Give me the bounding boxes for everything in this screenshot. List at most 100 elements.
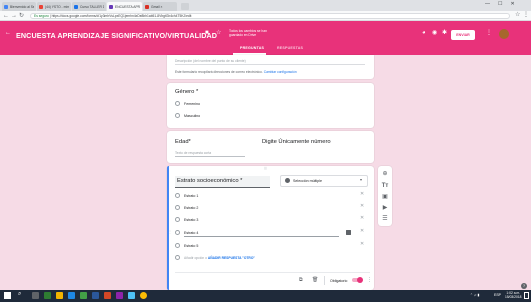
short-answer-field[interactable]: Texto de respuesta corta bbox=[175, 151, 211, 155]
form-description-field[interactable]: Descripción (del nombre del punto de su … bbox=[175, 59, 246, 63]
settings-gear-icon[interactable]: ✱ bbox=[442, 29, 447, 37]
tab-favicon-icon bbox=[4, 4, 8, 9]
question-title: Edad* bbox=[175, 139, 191, 145]
remove-option-icon[interactable]: ✕ bbox=[360, 228, 364, 234]
question-type-label: Selección múltiple bbox=[293, 178, 322, 183]
back-icon[interactable]: ← bbox=[3, 12, 9, 20]
radio-button[interactable] bbox=[175, 230, 180, 235]
more-options-icon[interactable]: ⋮ bbox=[367, 277, 372, 283]
clock-date: 15/03/2018 bbox=[505, 295, 522, 299]
chrome-icon[interactable] bbox=[140, 292, 147, 299]
section-icon[interactable]: ☰ bbox=[378, 212, 392, 226]
tab-respuestas[interactable]: RESPUESTAS bbox=[277, 46, 303, 50]
option-label[interactable]: Estrato 2 bbox=[184, 206, 198, 210]
star-icon[interactable]: ☆ bbox=[515, 11, 520, 19]
option-underline bbox=[184, 236, 339, 237]
change-settings-link[interactable]: Cambiar configuración bbox=[264, 70, 297, 74]
option-label[interactable]: Estrato 1 bbox=[184, 194, 198, 198]
add-option-row: Añadir opción o AÑADIR RESPUESTA "OTRO" bbox=[184, 256, 255, 260]
avatar[interactable] bbox=[499, 29, 509, 39]
send-button[interactable]: ENVIAR bbox=[451, 30, 475, 40]
question-hint: Digite Únicamente número bbox=[262, 139, 331, 145]
tab-title: Gmail × bbox=[151, 4, 163, 9]
email-collection-note: Este formulario recopilará direcciones d… bbox=[175, 70, 297, 74]
windows-start-icon[interactable] bbox=[4, 292, 11, 299]
window-controls[interactable]: —☐✕ bbox=[485, 1, 523, 7]
menu-icon[interactable]: ⋮ bbox=[523, 11, 529, 19]
browser-tab[interactable]: Curso TALLER DE TÍTULO × bbox=[72, 2, 106, 11]
form-title[interactable]: ENCUESTA APRENDIZAJE SIGNIFICATIVO/VIRTU… bbox=[16, 31, 217, 40]
language-indicator[interactable]: ESP bbox=[494, 293, 501, 297]
new-tab-button[interactable] bbox=[181, 3, 189, 10]
browser-tab[interactable]: Bienvenido al Seminario × bbox=[2, 2, 36, 11]
notifications-icon[interactable] bbox=[524, 292, 529, 299]
drag-handle[interactable]: ⠿ bbox=[264, 166, 267, 171]
remove-option-icon[interactable]: ✕ bbox=[360, 215, 364, 221]
tab-favicon-icon bbox=[39, 4, 43, 9]
more-options-icon[interactable]: ⋮ bbox=[486, 29, 492, 37]
radio-button[interactable] bbox=[175, 193, 180, 198]
system-tray-icons[interactable]: ⌃ ♫ ▮ bbox=[470, 293, 479, 297]
star-icon[interactable]: ☆ bbox=[216, 29, 221, 37]
remove-option-icon[interactable]: ✕ bbox=[360, 241, 364, 247]
browser-tab-active[interactable]: ENCUESTA APRENDIZAJE S × bbox=[107, 2, 142, 11]
remove-option-icon[interactable]: ✕ bbox=[360, 203, 364, 209]
radio-button[interactable] bbox=[175, 113, 180, 118]
chevron-down-icon: ▾ bbox=[360, 177, 363, 182]
option-drag-handle[interactable]: ⋮ bbox=[168, 229, 172, 234]
task-view-icon[interactable] bbox=[32, 292, 39, 299]
footer-separator bbox=[324, 276, 325, 285]
radio-button[interactable] bbox=[175, 243, 180, 248]
radio-button[interactable] bbox=[175, 205, 180, 210]
radio-type-icon bbox=[285, 178, 290, 183]
option-label[interactable]: Estrato 4 bbox=[184, 231, 198, 235]
app-icon[interactable] bbox=[68, 292, 75, 299]
app-icon[interactable] bbox=[128, 292, 135, 299]
required-label: Obligatorio bbox=[330, 278, 348, 283]
tab-preguntas[interactable]: PREGUNTAS bbox=[240, 46, 264, 50]
tab-title: Bienvenido al Seminario × bbox=[10, 4, 34, 9]
tab-title: (44) YSTO - mimas@elgmm × bbox=[45, 4, 69, 9]
add-option-link[interactable]: Añadir opción bbox=[184, 256, 204, 260]
toggle-knob bbox=[357, 277, 363, 283]
option-label[interactable]: Estrato 3 bbox=[184, 218, 198, 222]
back-arrow-icon[interactable]: ← bbox=[5, 29, 11, 37]
app-icon[interactable] bbox=[44, 292, 51, 299]
question-title: Género * bbox=[175, 89, 199, 95]
tab-favicon-icon bbox=[74, 4, 78, 9]
tab-title: Curso TALLER DE TÍTULO × bbox=[80, 4, 104, 9]
card-footer-divider bbox=[175, 272, 370, 273]
url-text: https://docs.google.com/forms/d/1y3mhVsL… bbox=[51, 14, 192, 18]
browser-tab[interactable]: (44) YSTO - mimas@elgmm × bbox=[37, 2, 71, 11]
delete-icon[interactable]: 🗑 bbox=[312, 277, 318, 283]
saved-status: Todos los cambios se han guardado en Dri… bbox=[229, 29, 267, 37]
palette-icon[interactable]: ◕ bbox=[422, 29, 426, 37]
folder-icon[interactable]: ■ bbox=[205, 29, 209, 37]
address-bar[interactable]: Es seguro | https://docs.google.com/form… bbox=[30, 13, 510, 19]
radio-button[interactable] bbox=[175, 101, 180, 106]
option-label[interactable]: Estrato 5 bbox=[184, 244, 198, 248]
help-icon[interactable]: ? bbox=[521, 283, 527, 289]
remove-option-icon[interactable]: ✕ bbox=[360, 191, 364, 197]
word-icon[interactable] bbox=[92, 292, 99, 299]
question-card-edad[interactable] bbox=[167, 131, 374, 163]
tab-title: ENCUESTA APRENDIZAJE S × bbox=[115, 4, 140, 9]
search-icon[interactable]: ⌕ bbox=[18, 291, 21, 298]
preview-eye-icon[interactable]: ◉ bbox=[432, 29, 437, 37]
app-icon[interactable] bbox=[116, 292, 123, 299]
question-title: Estrato socioeconómico * bbox=[177, 178, 243, 184]
powerpoint-icon[interactable] bbox=[104, 292, 111, 299]
radio-button[interactable] bbox=[175, 217, 180, 222]
secure-label: Es seguro bbox=[34, 14, 49, 18]
file-explorer-icon[interactable] bbox=[56, 292, 63, 299]
duplicate-icon[interactable]: ⧉ bbox=[299, 277, 303, 283]
add-image-icon[interactable] bbox=[346, 230, 351, 235]
email-note-text: Este formulario recopilará direcciones d… bbox=[175, 70, 263, 74]
reload-icon[interactable]: ↻ bbox=[19, 12, 24, 20]
excel-icon[interactable] bbox=[80, 292, 87, 299]
forward-icon[interactable]: → bbox=[11, 12, 17, 20]
browser-tab[interactable]: Gmail × bbox=[143, 2, 177, 11]
divider bbox=[175, 64, 365, 65]
clock[interactable]: 1:02 a.m. 15/03/2018 bbox=[505, 291, 522, 299]
add-other-link[interactable]: AÑADIR RESPUESTA "OTRO" bbox=[208, 256, 255, 260]
